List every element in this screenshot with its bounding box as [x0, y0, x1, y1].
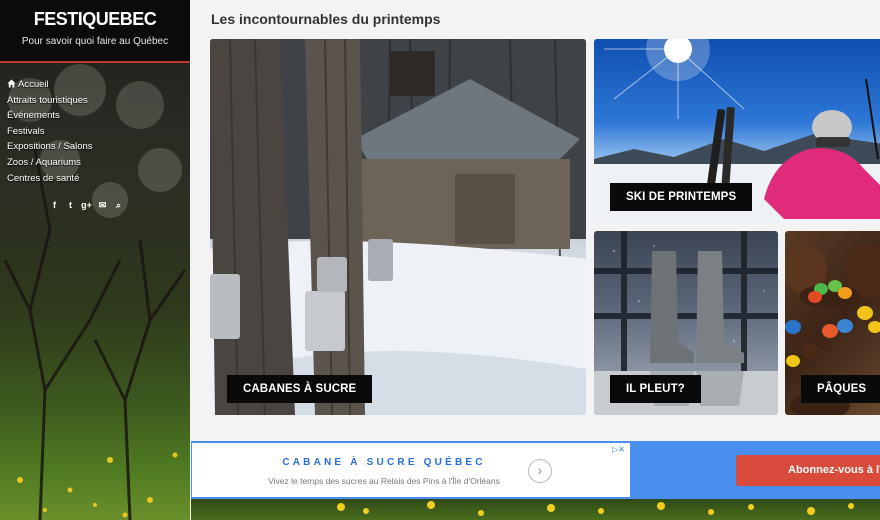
tile-label: SKI DE PRINTEMPS — [610, 183, 753, 211]
nav-item-evenements[interactable]: Événements — [7, 108, 93, 124]
main-content: Les incontournables du printemps CABANES… — [191, 0, 880, 520]
site-tagline: Pour savoir quoi faire au Québec — [21, 36, 169, 47]
nav-item-expositions[interactable]: Expositions / Salons — [7, 139, 93, 155]
tile-label: CABANES À SUCRE — [227, 375, 373, 403]
nav-item-zoos[interactable]: Zoos / Aquariums — [7, 155, 93, 171]
nav-item-festivals[interactable]: Festivals — [7, 124, 93, 140]
site-branding[interactable]: FESTIQUEBEC Pour savoir quoi faire au Qu… — [0, 0, 190, 63]
tile-cabanes-a-sucre[interactable]: CABANES À SUCRE — [210, 39, 586, 415]
nav-item-accueil[interactable]: Accueil — [7, 77, 93, 93]
nav-item-centres-sante[interactable]: Centres de santé — [7, 171, 93, 187]
tile-il-pleut[interactable]: IL PLEUT? — [594, 231, 778, 415]
tile-label: IL PLEUT? — [610, 375, 701, 403]
footer-background — [191, 499, 880, 520]
main-nav: Accueil Attraits touristiques Événements… — [7, 77, 93, 186]
ad-description: Vivez le temps des sucres au Relais des … — [268, 476, 500, 486]
site-title[interactable]: FESTIQUEBEC — [0, 0, 190, 30]
ad-banner[interactable]: CABANE À SUCRE QUÉBEC Vivez le temps des… — [191, 441, 880, 499]
nav-item-label: Festivals — [7, 125, 45, 137]
nav-item-label: Accueil — [18, 79, 49, 90]
social-links: f t g+ ✉ ⌕ — [50, 200, 123, 211]
cabane-image — [210, 39, 586, 415]
nav-item-label: Zoos / Aquariums — [7, 156, 81, 168]
nav-item-label: Expositions / Salons — [7, 141, 93, 153]
tile-paques[interactable]: PÂQUES — [785, 231, 880, 415]
section-heading: Les incontournables du printemps — [211, 11, 441, 27]
ad-card[interactable]: CABANE À SUCRE QUÉBEC Vivez le temps des… — [192, 443, 630, 497]
tile-label: PÂQUES — [801, 375, 880, 403]
dandelion-field — [337, 501, 854, 516]
twitter-icon[interactable]: t — [66, 200, 75, 210]
email-icon[interactable]: ✉ — [98, 200, 107, 210]
search-icon[interactable]: ⌕ — [114, 200, 123, 210]
facebook-icon[interactable]: f — [50, 200, 59, 210]
nav-item-label: Événements — [7, 110, 60, 122]
nav-item-label: Attraits touristiques — [7, 94, 88, 106]
subscribe-button[interactable]: Abonnez-vous à l'in — [736, 455, 880, 486]
sidebar: FESTIQUEBEC Pour savoir quoi faire au Qu… — [0, 0, 190, 520]
ad-choices-icon[interactable]: ▷✕ — [612, 445, 630, 455]
nav-item-label: Centres de santé — [7, 172, 80, 184]
home-icon — [7, 79, 16, 88]
chevron-right-icon[interactable]: › — [528, 459, 552, 483]
ad-title[interactable]: CABANE À SUCRE QUÉBEC — [192, 457, 576, 468]
google-plus-icon[interactable]: g+ — [81, 200, 92, 210]
tile-ski-de-printemps[interactable]: SKI DE PRINTEMPS — [594, 39, 880, 223]
nav-item-attraits[interactable]: Attraits touristiques — [7, 93, 93, 109]
